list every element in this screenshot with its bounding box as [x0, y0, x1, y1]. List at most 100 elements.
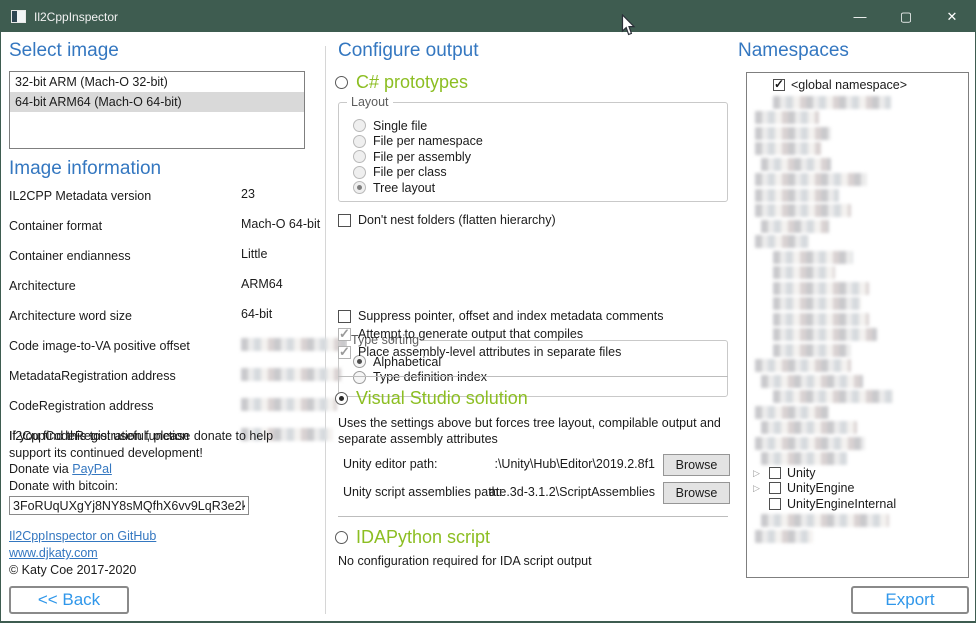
paypal-link[interactable]: PayPal [72, 462, 112, 476]
output-checkbox-row[interactable]: Attempt to generate output that compiles [338, 325, 730, 343]
output-checkbox[interactable] [338, 328, 351, 341]
namespace-item-redacted[interactable] [747, 419, 968, 435]
visual-studio-option[interactable]: Visual Studio solution [335, 388, 528, 409]
namespace-item-redacted[interactable] [747, 202, 968, 218]
unity-script-path-value[interactable]: ate.3d-3.1.2\ScriptAssemblies [489, 485, 655, 499]
info-row: MetadataRegistration address [9, 367, 321, 387]
unity-editor-browse-button[interactable]: Browse [663, 454, 730, 476]
radio-option[interactable]: File per assembly [353, 149, 713, 165]
namespace-item-redacted[interactable] [747, 326, 968, 342]
namespace-checkbox[interactable] [769, 467, 781, 479]
namespace-item-redacted[interactable] [747, 357, 968, 373]
redacted-namespace-bar [773, 251, 853, 264]
namespace-item-redacted[interactable] [747, 528, 968, 544]
bitcoin-address-input[interactable] [9, 496, 249, 515]
radio-option[interactable]: Tree layout [353, 180, 713, 196]
namespace-item-redacted[interactable] [747, 140, 968, 156]
namespace-item-redacted[interactable] [747, 249, 968, 265]
file-per-class-radio[interactable] [353, 166, 366, 179]
image-listbox[interactable]: 32-bit ARM (Mach-O 32-bit)64-bit ARM64 (… [9, 71, 305, 149]
file-per-assembly-radio[interactable] [353, 150, 366, 163]
namespaces-listbox[interactable]: <global namespace> ▷ Unity ▷ UnityEngine Unit… [746, 72, 969, 578]
namespace-item-redacted[interactable] [747, 264, 968, 280]
image-list-item[interactable]: 32-bit ARM (Mach-O 32-bit) [10, 72, 304, 92]
github-link[interactable]: Il2CppInspector on GitHub [9, 529, 156, 543]
namespace-item-redacted[interactable] [747, 109, 968, 125]
namespace-item-redacted[interactable] [747, 311, 968, 327]
namespace-item-redacted[interactable] [747, 156, 968, 172]
idapython-description: No configuration required for IDA script… [338, 554, 730, 568]
image-list-item[interactable]: 64-bit ARM64 (Mach-O 64-bit) [10, 92, 304, 112]
radio-option[interactable]: Type definition index [353, 370, 713, 386]
csharp-prototypes-radio[interactable] [335, 76, 348, 89]
info-row: IL2CPP Metadata version23 [9, 187, 321, 207]
unity-editor-path-label: Unity editor path: [343, 457, 438, 471]
unity-editor-path-value[interactable]: :\Unity\Hub\Editor\2019.2.8f1 [494, 457, 655, 471]
expander-icon[interactable]: ▷ [753, 483, 760, 494]
radio-option[interactable]: File per class [353, 165, 713, 181]
flatten-checkbox[interactable] [338, 214, 351, 227]
namespace-item-redacted[interactable] [747, 295, 968, 311]
close-button[interactable]: ✕ [929, 1, 975, 32]
unity-script-browse-button[interactable]: Browse [663, 482, 730, 504]
namespace-item[interactable]: ▷ Unity [747, 466, 968, 482]
namespace-item-redacted[interactable] [747, 435, 968, 451]
namespace-item-redacted[interactable] [747, 125, 968, 141]
radio-option-label: Single file [373, 119, 427, 133]
type-definition-index-radio[interactable] [353, 371, 366, 384]
namespace-item-redacted[interactable] [747, 388, 968, 404]
radio-option-label: Type definition index [373, 370, 487, 384]
info-row-label: Architecture [9, 279, 76, 293]
namespace-item-redacted[interactable] [747, 94, 968, 110]
namespace-item-redacted[interactable] [747, 171, 968, 187]
namespace-checkbox[interactable] [769, 482, 781, 494]
file-per-namespace-radio[interactable] [353, 135, 366, 148]
namespace-item-redacted[interactable] [747, 512, 968, 528]
window-controls: — ▢ ✕ [837, 1, 975, 32]
namespace-label: Unity [787, 466, 815, 480]
radio-option[interactable]: Single file [353, 118, 713, 134]
output-checkbox[interactable] [338, 310, 351, 323]
namespace-item-redacted[interactable] [747, 404, 968, 420]
flatten-checkbox-row[interactable]: Don't nest folders (flatten hierarchy) [338, 213, 556, 227]
output-checkbox[interactable] [338, 346, 351, 359]
back-button[interactable]: << Back [9, 586, 129, 614]
namespace-checkbox[interactable] [769, 498, 781, 510]
radio-option-label: File per assembly [373, 150, 471, 164]
redacted-namespace-bar [773, 266, 835, 279]
tree-layout-radio[interactable] [353, 181, 366, 194]
namespace-item-redacted[interactable] [747, 280, 968, 296]
maximize-button[interactable]: ▢ [883, 1, 929, 32]
radio-option[interactable]: File per namespace [353, 134, 713, 150]
titlebar: Il2CppInspector — ▢ ✕ [1, 1, 975, 32]
redacted-namespace-bar [773, 344, 851, 357]
namespace-label: UnityEngine [787, 481, 854, 495]
csharp-prototypes-option[interactable]: C# prototypes [335, 72, 468, 93]
output-checkbox-row[interactable]: Suppress pointer, offset and index metad… [338, 307, 730, 325]
expander-icon[interactable]: ▷ [753, 468, 760, 479]
output-checkbox-row[interactable]: Place assembly-level attributes in separ… [338, 343, 730, 361]
redacted-namespace-bar [761, 220, 829, 233]
namespace-item-redacted[interactable] [747, 218, 968, 234]
single-file-radio[interactable] [353, 119, 366, 132]
website-link[interactable]: www.djkaty.com [9, 546, 98, 560]
namespace-checkbox[interactable] [773, 79, 785, 91]
namespace-item[interactable]: UnityEngineInternal [747, 497, 968, 513]
minimize-button[interactable]: — [837, 1, 883, 32]
unity-script-path-label: Unity script assemblies path: [343, 485, 502, 499]
namespace-item-redacted[interactable] [747, 233, 968, 249]
visual-studio-radio[interactable] [335, 392, 348, 405]
redacted-namespace-bar [773, 282, 869, 295]
namespace-item[interactable]: ▷ UnityEngine [747, 481, 968, 497]
idapython-radio[interactable] [335, 531, 348, 544]
namespace-item-redacted[interactable] [747, 450, 968, 466]
csharp-prototypes-label: C# prototypes [356, 72, 468, 93]
namespace-item-redacted[interactable] [747, 373, 968, 389]
export-button[interactable]: Export [851, 586, 969, 614]
idapython-option[interactable]: IDAPython script [335, 527, 490, 548]
namespace-item-redacted[interactable] [747, 187, 968, 203]
namespace-item[interactable]: <global namespace> [747, 78, 968, 94]
layout-group-label: Layout [347, 95, 393, 109]
namespace-item-redacted[interactable] [747, 342, 968, 358]
info-row-value: ARM64 [241, 277, 283, 291]
